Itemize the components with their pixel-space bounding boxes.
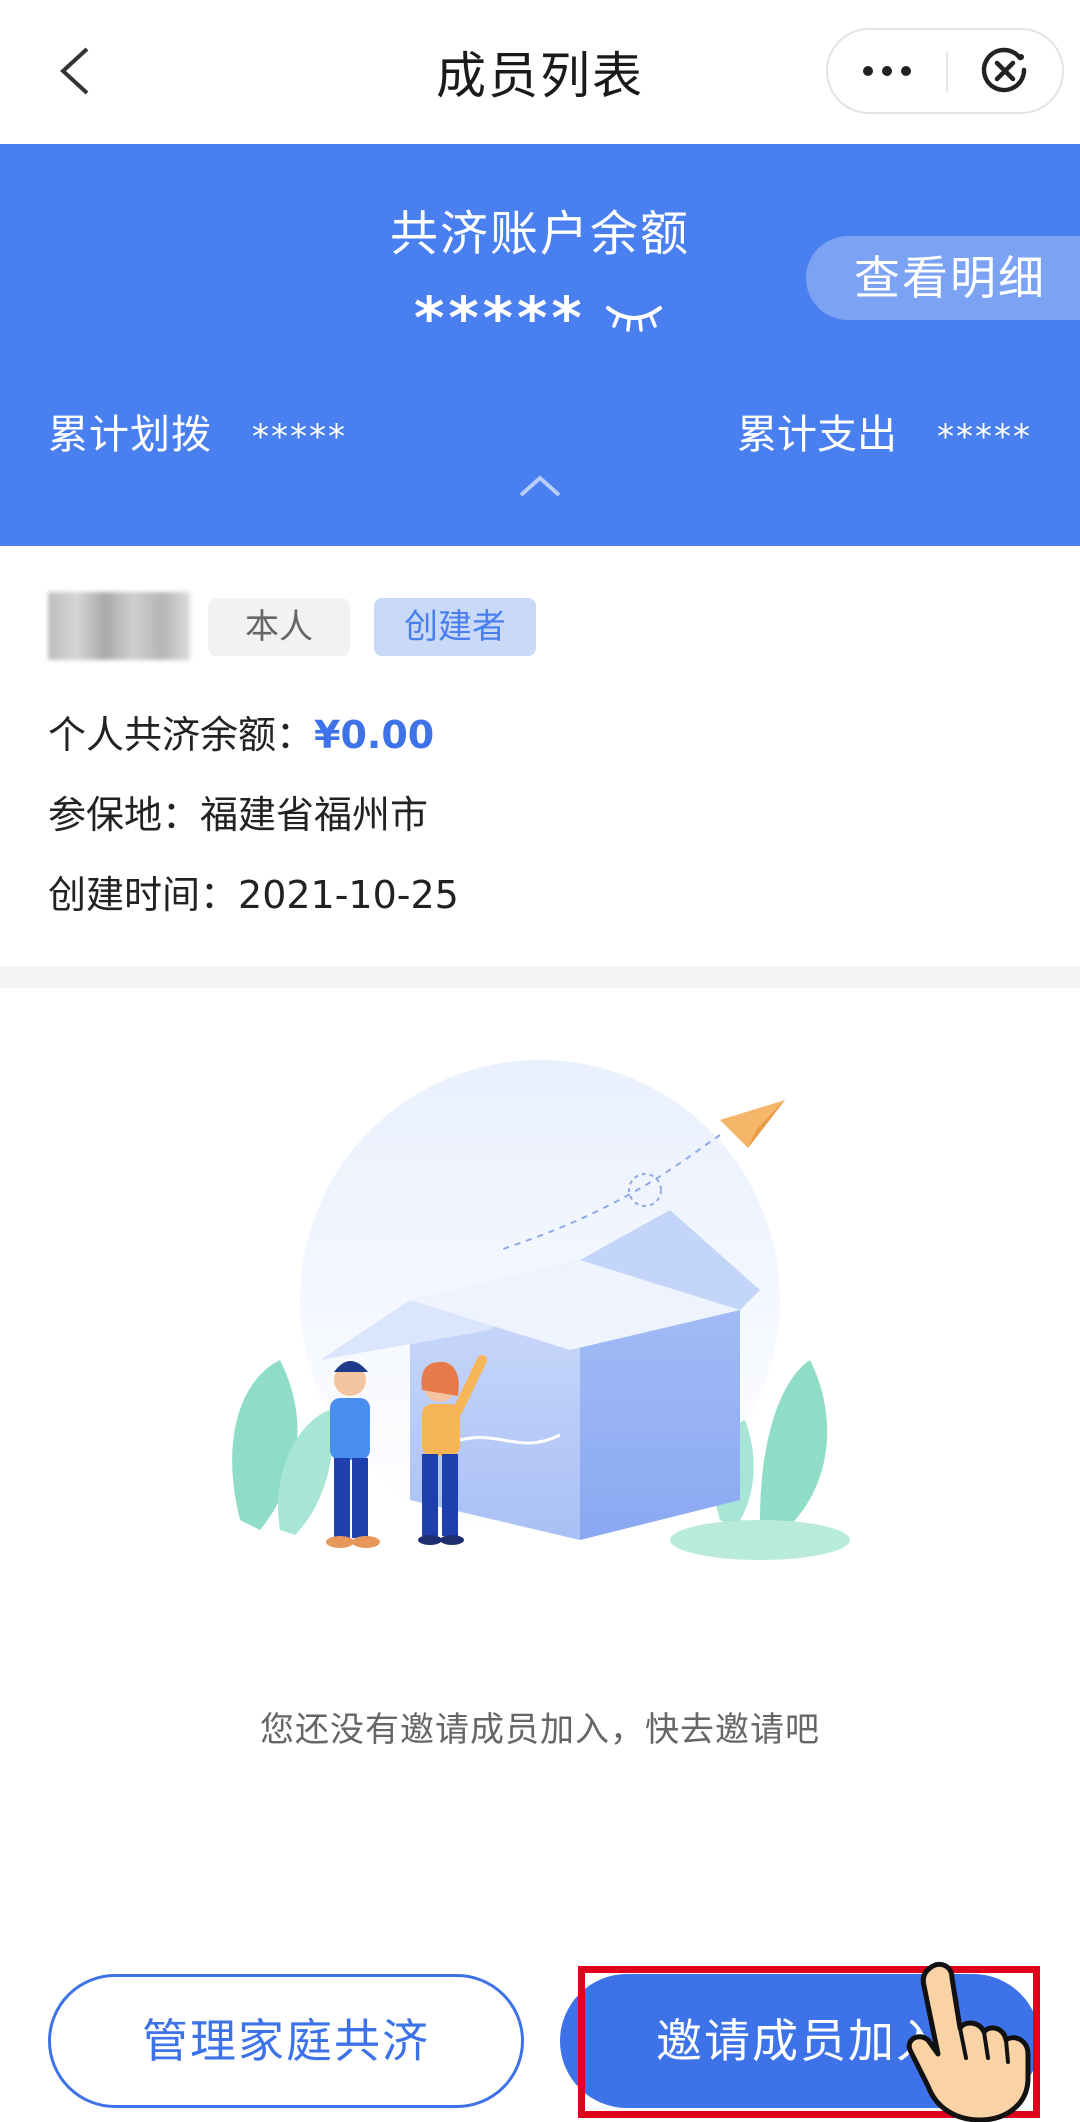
member-name-redacted [48, 592, 190, 660]
member-card: 本人 创建者 个人共济余额：¥0.00 参保地：福建省福州市 创建时间：2021… [0, 546, 1080, 966]
personal-balance-label: 个人共济余额： [48, 713, 315, 757]
section-divider [0, 966, 1080, 988]
close-button[interactable] [948, 30, 1062, 112]
tag-self: 本人 [208, 598, 350, 656]
tag-creator: 创建者 [374, 598, 536, 656]
personal-balance-line: 个人共济余额：¥0.00 [48, 704, 434, 759]
empty-state-message: 您还没有邀请成员加入，快去邀请吧 [260, 1710, 820, 1750]
location-label: 参保地： [48, 793, 201, 837]
created-line: 创建时间：2021-10-25 [48, 864, 459, 919]
created-label: 创建时间： [48, 873, 239, 917]
balance-value: ***** [414, 284, 586, 352]
spent-value: ***** [937, 417, 1032, 457]
location-line: 参保地：福建省福州市 [48, 784, 428, 839]
view-details-button[interactable]: 查看明细 [806, 236, 1080, 320]
pointing-hand-icon [906, 1961, 1031, 2122]
personal-balance-value: ¥0.00 [314, 713, 435, 757]
allocated-value: ***** [252, 417, 347, 457]
balance-card: 共济账户余额 ***** 查看明细 累计划拨 ***** 累计支出 ***** [0, 144, 1080, 546]
manage-family-button[interactable]: 管理家庭共济 [48, 1974, 524, 2108]
spent-stat: 累计支出 ***** [737, 402, 1032, 460]
nav-bar: 成员列表 [0, 0, 1080, 144]
more-button[interactable] [828, 30, 946, 112]
chevron-up-icon[interactable] [518, 474, 562, 498]
mini-program-capsule [826, 28, 1064, 114]
close-circle-icon [981, 47, 1027, 93]
eye-closed-icon[interactable] [604, 302, 664, 332]
spent-label: 累计支出 [737, 412, 897, 458]
location-value: 福建省福州市 [200, 793, 429, 837]
empty-box-illustration [232, 1060, 850, 1560]
allocated-label: 累计划拨 [48, 412, 212, 458]
allocated-stat: 累计划拨 ***** [48, 402, 347, 460]
created-value: 2021-10-25 [238, 873, 459, 917]
more-dots-icon [863, 66, 911, 76]
